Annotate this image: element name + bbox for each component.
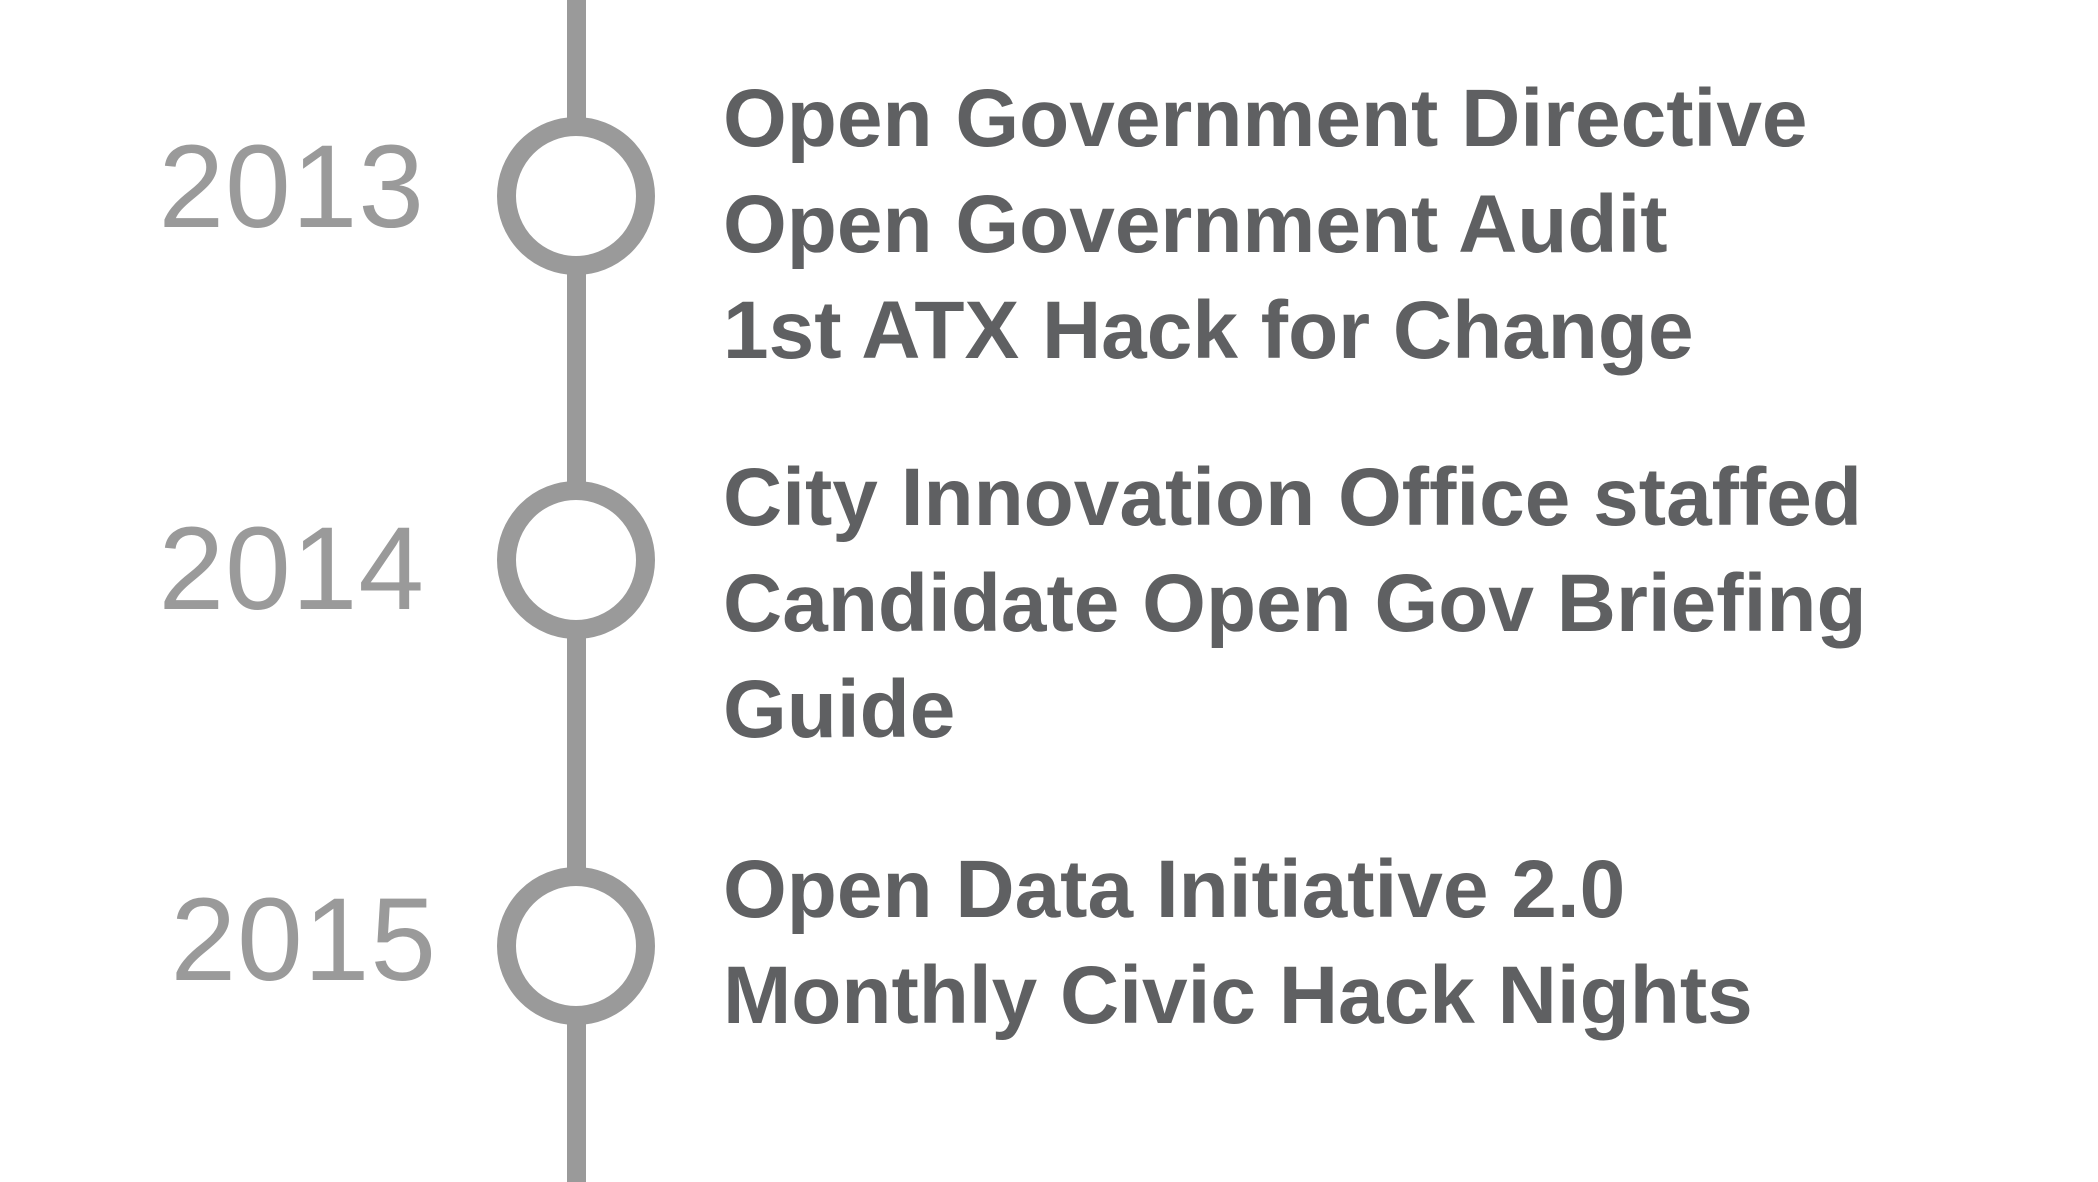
- event-list-2015: Open Data Initiative 2.0 Monthly Civic H…: [723, 837, 1753, 1049]
- event-item: Monthly Civic Hack Nights: [723, 950, 1753, 1041]
- timeline-node-2014: [497, 481, 655, 639]
- timeline: 2013 Open Government Directive Open Gove…: [0, 0, 2098, 1182]
- event-list-2013: Open Government Directive Open Governmen…: [723, 66, 1808, 384]
- event-item: City Innovation Office staffed: [723, 452, 1862, 543]
- event-item: Open Data Initiative 2.0: [723, 844, 1626, 935]
- timeline-node-2015: [497, 867, 655, 1025]
- year-label-2015: 2015: [170, 874, 437, 1006]
- event-item: Open Government Audit: [723, 179, 1668, 270]
- event-item: 1st ATX Hack for Change: [723, 285, 1694, 376]
- event-item: Candidate Open Gov Briefing Guide: [723, 558, 1867, 755]
- timeline-node-2013: [497, 117, 655, 275]
- event-list-2014: City Innovation Office staffed Candidate…: [723, 445, 2023, 763]
- year-label-2013: 2013: [158, 121, 425, 253]
- event-item: Open Government Directive: [723, 73, 1808, 164]
- year-label-2014: 2014: [158, 503, 425, 635]
